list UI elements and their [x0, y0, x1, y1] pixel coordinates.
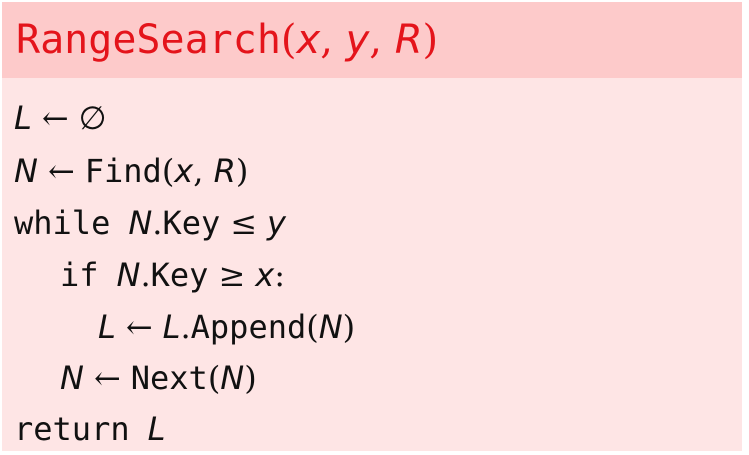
- keyword-return: return: [14, 410, 130, 448]
- arg-n: N: [318, 308, 343, 346]
- dot: .: [180, 308, 191, 346]
- assign-arrow: ←: [93, 359, 121, 397]
- comma: ,: [193, 152, 214, 190]
- title-comma-2: ,: [369, 17, 395, 63]
- geq-operator: ≥: [218, 256, 246, 294]
- code-line-1: L ← ∅: [14, 98, 107, 138]
- algorithm-title: RangeSearch(x, y, R): [16, 17, 438, 63]
- dot: .: [140, 256, 151, 294]
- dot: .: [152, 204, 163, 242]
- var-l: L: [98, 308, 116, 346]
- param-x: x: [296, 17, 321, 63]
- field-key: Key: [150, 256, 209, 294]
- var-y: y: [267, 204, 286, 242]
- function-name: RangeSearch: [16, 17, 281, 63]
- arg-x: x: [174, 152, 194, 190]
- param-y: y: [345, 17, 370, 63]
- code-line-7: return L: [14, 409, 165, 449]
- leq-operator: ≤: [230, 204, 258, 242]
- title-comma-1: ,: [320, 17, 346, 63]
- code-line-3: while N.Key ≤ y: [14, 203, 286, 243]
- close-paren: ): [244, 359, 257, 397]
- close-paren: ): [342, 308, 356, 346]
- field-key: Key: [162, 204, 221, 242]
- colon: :: [274, 256, 285, 294]
- title-open-paren: (: [280, 17, 297, 63]
- keyword-while: while: [14, 204, 111, 242]
- code-line-4: if N.Key ≥ x:: [60, 255, 285, 295]
- var-l: L: [147, 410, 166, 448]
- open-paren: (: [161, 152, 175, 190]
- title-close-paren: ): [422, 17, 439, 63]
- keyword-if: if: [60, 256, 99, 294]
- var-n: N: [60, 359, 84, 397]
- empty-set-symbol: ∅: [78, 99, 107, 137]
- open-paren: (: [207, 359, 221, 397]
- close-paren: ): [235, 152, 249, 190]
- var-n: N: [128, 204, 153, 242]
- algorithm-header: RangeSearch(x, y, R): [2, 2, 742, 78]
- var-l: L: [162, 308, 181, 346]
- assign-arrow: ←: [41, 99, 69, 137]
- assign-arrow: ←: [47, 152, 75, 190]
- arg-n: N: [220, 359, 245, 397]
- next-call: Next: [130, 359, 208, 397]
- assign-arrow: ←: [125, 308, 153, 346]
- append-call: Append: [190, 308, 307, 346]
- var-x: x: [255, 256, 275, 294]
- algorithm-box: RangeSearch(x, y, R) L ← ∅ N ← Find(x, R) wh…: [2, 2, 742, 451]
- find-call: Find: [84, 152, 162, 190]
- var-l: L: [14, 99, 32, 137]
- var-n: N: [116, 256, 141, 294]
- code-line-2: N ← Find(x, R): [14, 151, 248, 191]
- open-paren: (: [306, 308, 319, 346]
- var-n: N: [14, 152, 38, 190]
- code-line-6: N ← Next(N): [60, 358, 257, 398]
- arg-r: R: [213, 152, 236, 190]
- code-line-5: L ← L.Append(N): [98, 307, 355, 347]
- param-r: R: [394, 17, 423, 63]
